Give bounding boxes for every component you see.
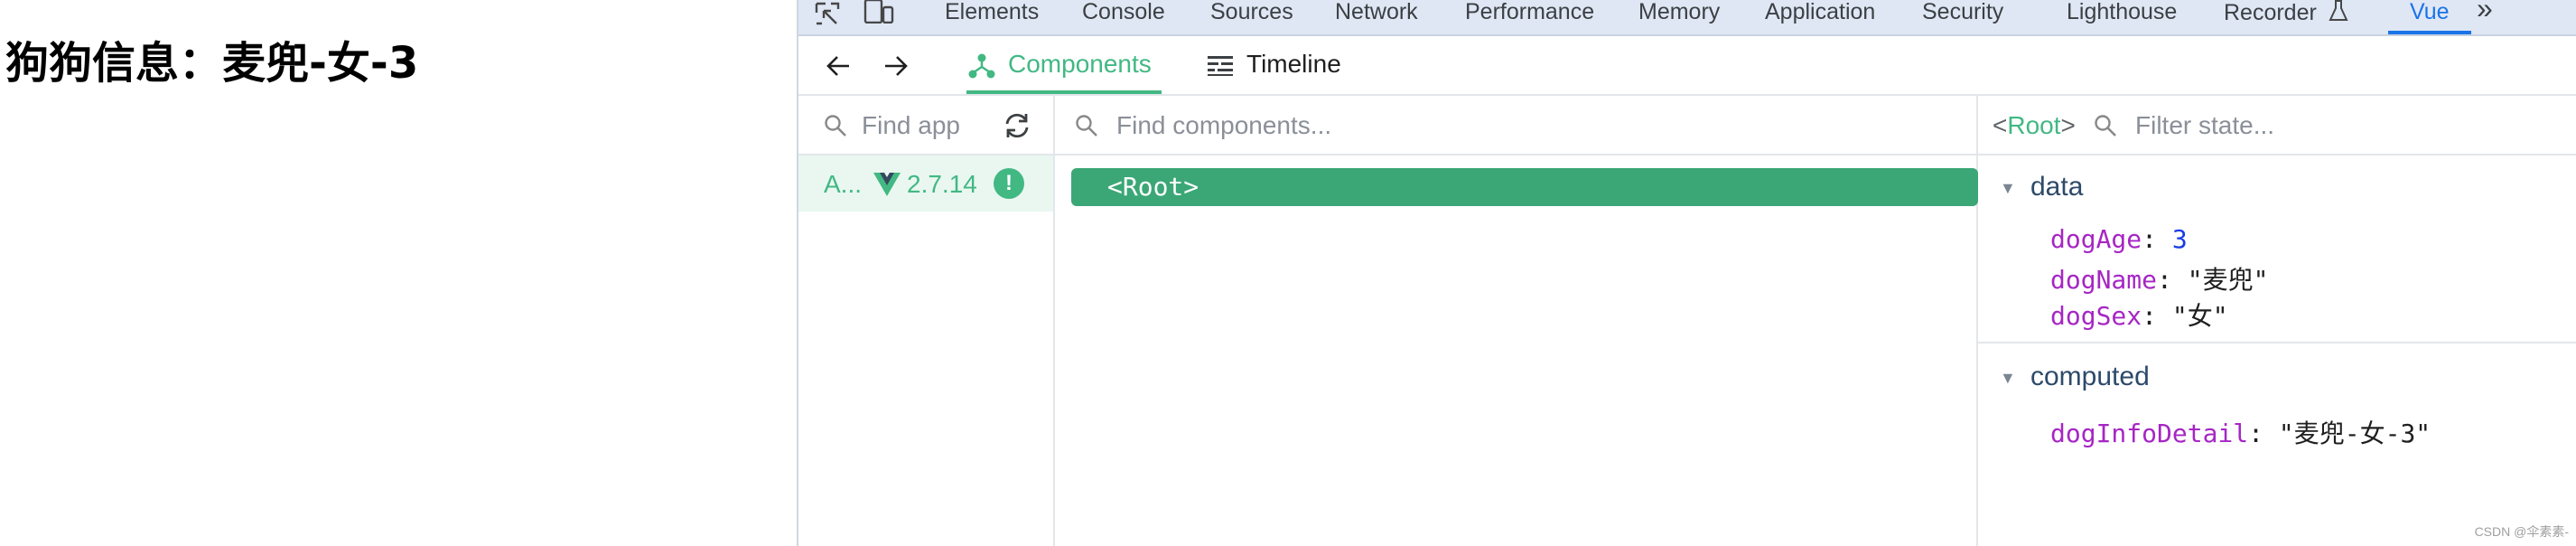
- devtools-tabbar: Elements Console Sources Network Perform…: [798, 0, 2576, 36]
- collapse-caret-icon[interactable]: ▼: [2000, 369, 2016, 388]
- tab-performance[interactable]: Performance: [1465, 0, 1594, 27]
- timeline-icon: [1208, 55, 1233, 76]
- search-icon: [825, 115, 846, 136]
- tab-timeline[interactable]: Timeline: [1207, 49, 1341, 80]
- tab-components-label: Components: [1008, 50, 1152, 78]
- active-tab-indicator: [2388, 31, 2471, 34]
- device-toolbar-icon[interactable]: [863, 0, 894, 24]
- app-name: A...: [824, 170, 863, 198]
- components-icon: [968, 53, 995, 79]
- selected-component-label: <Root>: [1993, 111, 2076, 139]
- tab-recorder[interactable]: Recorder: [2224, 0, 2348, 27]
- tab-console[interactable]: Console: [1082, 0, 1165, 27]
- refresh-icon[interactable]: [1003, 112, 1031, 139]
- tree-node-root[interactable]: <Root>: [1071, 168, 1978, 206]
- page-title: 狗狗信息：麦兜-女-3: [5, 38, 419, 89]
- state-prop: dogSex: "女": [2050, 301, 2228, 331]
- components-tab-indicator: [966, 90, 1162, 94]
- vue-logo-icon: [873, 173, 901, 196]
- state-filter-input[interactable]: Filter state...: [2135, 111, 2274, 140]
- apps-panel: Find app A... 2.7.14 !: [798, 96, 1055, 546]
- state-inspector-panel: <Root> Filter state... ▼ data dogAge: 3 …: [1978, 96, 2576, 546]
- tab-security[interactable]: Security: [1922, 0, 2003, 27]
- back-arrow-icon[interactable]: [826, 54, 851, 78]
- tab-timeline-label: Timeline: [1246, 50, 1341, 78]
- tab-network[interactable]: Network: [1335, 0, 1418, 27]
- tab-elements[interactable]: Elements: [945, 0, 1039, 27]
- tab-recorder-label: Recorder: [2224, 0, 2317, 25]
- vue-version: 2.7.14: [907, 170, 977, 198]
- section-data-title[interactable]: data: [2030, 172, 2083, 202]
- search-icon: [1076, 115, 1097, 136]
- app-search-row: Find app: [798, 96, 1053, 155]
- warning-badge-icon: !: [994, 168, 1024, 199]
- forward-arrow-icon[interactable]: [883, 54, 909, 78]
- state-prop: dogAge: 3: [2050, 224, 2188, 254]
- inspect-element-icon[interactable]: [815, 2, 842, 25]
- component-tree-panel: Find components... <Root>: [1055, 96, 1978, 546]
- collapse-caret-icon[interactable]: ▼: [2000, 179, 2016, 198]
- tab-components[interactable]: Components: [968, 49, 1152, 80]
- app-search-input[interactable]: Find app: [862, 111, 960, 140]
- vue-toolbar: Components Timeline: [798, 36, 2576, 96]
- devtools-panel: Elements Console Sources Network Perform…: [797, 0, 2576, 546]
- flask-icon: [2329, 0, 2348, 21]
- tab-memory[interactable]: Memory: [1638, 0, 1720, 27]
- state-prop: dogName: "麦兜": [2050, 265, 2269, 295]
- component-search-row: Find components...: [1055, 96, 1976, 155]
- section-divider: [1978, 342, 2576, 344]
- search-icon: [2095, 115, 2116, 136]
- tab-sources[interactable]: Sources: [1210, 0, 1293, 27]
- state-prop: dogInfoDetail: "麦兜-女-3": [2050, 419, 2431, 448]
- app-list-item[interactable]: A... 2.7.14 !: [798, 155, 1053, 212]
- component-search-input[interactable]: Find components...: [1116, 111, 1331, 140]
- watermark: CSDN @伞素素-: [2474, 524, 2569, 539]
- more-tabs-icon[interactable]: »: [2477, 0, 2493, 24]
- state-filter-row: <Root> Filter state...: [1978, 96, 2576, 155]
- tree-node-label: <Root>: [1107, 172, 1199, 202]
- section-computed-title[interactable]: computed: [2030, 362, 2150, 392]
- tab-vue[interactable]: Vue: [2410, 0, 2450, 27]
- tab-application[interactable]: Application: [1765, 0, 1875, 27]
- tab-lighthouse[interactable]: Lighthouse: [2067, 0, 2177, 27]
